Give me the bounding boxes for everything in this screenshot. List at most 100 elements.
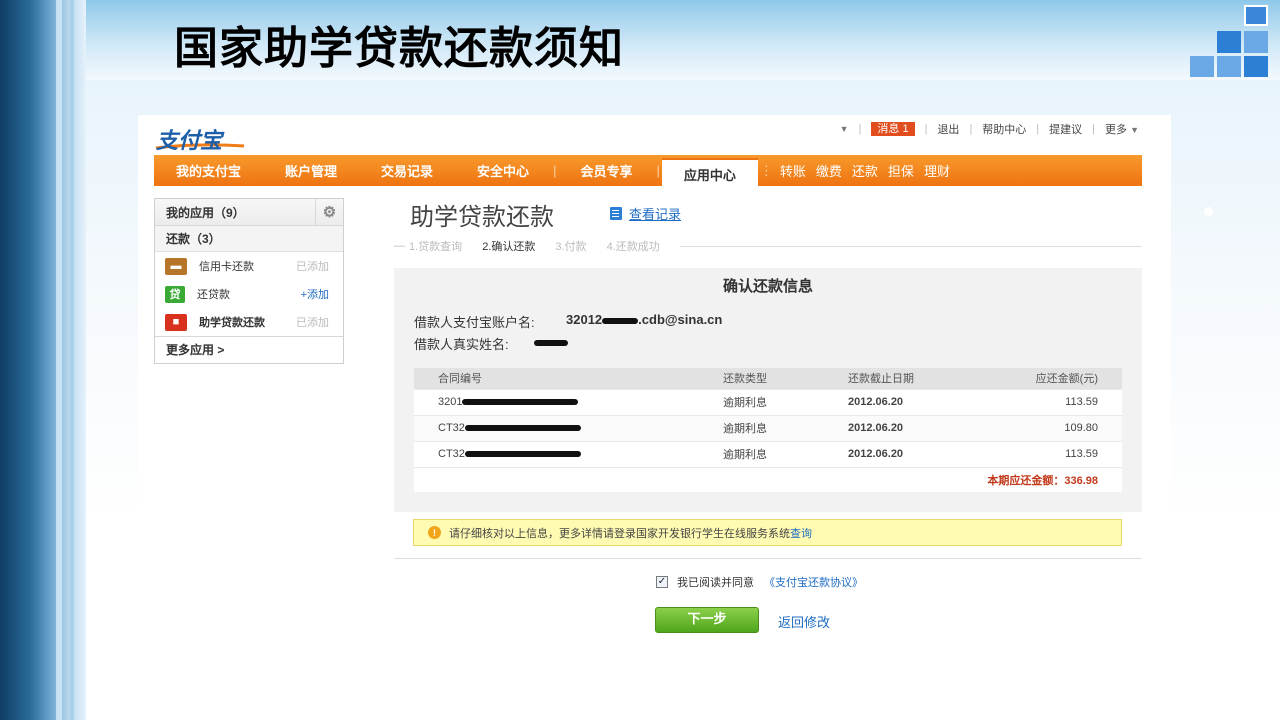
message-count: 1 bbox=[902, 123, 909, 135]
name-label: 借款人真实姓名: bbox=[414, 337, 509, 352]
step-3: 3.付款 bbox=[555, 241, 587, 253]
table-header-row: 合同编号 还款类型 还款截止日期 应还金额(元) bbox=[414, 368, 1122, 389]
amount-cell: 113.59 bbox=[978, 388, 1122, 415]
credit-card-icon: ▬ bbox=[165, 257, 187, 275]
total-cell: 本期应还金额：336.98 bbox=[414, 466, 1122, 492]
slide-left-bar bbox=[0, 0, 86, 720]
step-line bbox=[679, 245, 1142, 247]
alipay-logo: 支付宝 bbox=[154, 121, 250, 154]
message-badge[interactable]: 消息 1 bbox=[871, 122, 915, 136]
sidebar-item-credit-card[interactable]: ▬ 信用卡还款 已添加 bbox=[155, 252, 343, 280]
step-4: 4.还款成功 bbox=[606, 241, 660, 253]
total-value: 336.98 bbox=[1064, 474, 1098, 487]
step-1: 1.贷款查询 bbox=[409, 241, 463, 253]
slide-title: 国家助学贷款还款须知 bbox=[174, 23, 624, 74]
alipay-screenshot: 支付宝 ▼ | 消息 1 | 退出 | 帮助中心 | 提建议 | 更多 ▼ 我的… bbox=[138, 115, 1171, 642]
deco-square bbox=[1217, 56, 1241, 77]
redaction-mark bbox=[534, 339, 568, 346]
slide-dot bbox=[1204, 207, 1213, 216]
deco-square bbox=[1244, 31, 1268, 53]
amount-cell: 109.80 bbox=[978, 414, 1122, 441]
gear-icon[interactable]: ⚙ bbox=[315, 198, 343, 226]
suggest-link[interactable]: 提建议 bbox=[1049, 121, 1082, 137]
step-line-start: — bbox=[394, 240, 405, 252]
nav-item-security[interactable]: 安全中心 bbox=[455, 161, 551, 180]
notice-bar: ! 请仔细核对以上信息，更多详情请登录国家开发银行学生在线服务系统 查询 bbox=[413, 519, 1122, 546]
account-label: 借款人支付宝账户名: bbox=[414, 315, 535, 330]
redaction-mark bbox=[464, 425, 581, 432]
add-button[interactable]: +添加 bbox=[301, 286, 329, 302]
name-line: 借款人真实姓名: bbox=[414, 334, 568, 353]
account-suffix: .cdb@sina.cn bbox=[638, 312, 723, 327]
type-cell: 逾期利息 bbox=[723, 414, 848, 441]
confirm-panel: 确认还款信息 借款人支付宝账户名: 32012 .cdb@sina.cn 借款人真… bbox=[394, 268, 1142, 512]
nav-sub-repay[interactable]: 还款 bbox=[847, 161, 883, 180]
agree-text: 我已阅读并同意 bbox=[677, 577, 754, 589]
header-amount: 应还金额(元) bbox=[978, 368, 1122, 389]
view-records-link[interactable]: 查看记录 bbox=[610, 204, 681, 223]
type-cell: 逾期利息 bbox=[723, 440, 848, 467]
date-cell: 2012.06.20 bbox=[848, 388, 978, 415]
help-center-link[interactable]: 帮助中心 bbox=[982, 121, 1026, 137]
amount-cell: 113.59 bbox=[978, 440, 1122, 467]
sidebar-my-apps: 我的应用（9） ⚙ bbox=[155, 198, 343, 226]
next-step-button[interactable]: 下一步 bbox=[655, 607, 759, 633]
progress-steps: — 1.贷款查询 2.确认还款 3.付款 4.还款成功 bbox=[394, 239, 1142, 253]
name-redacted bbox=[534, 334, 568, 349]
nav-item-my-alipay[interactable]: 我的支付宝 bbox=[154, 161, 263, 180]
agreement-link[interactable]: 《支付宝还款协议》 bbox=[764, 574, 863, 590]
nav-item-account[interactable]: 账户管理 bbox=[263, 161, 359, 180]
nav-item-transactions[interactable]: 交易记录 bbox=[359, 161, 455, 180]
table-row: CT32 逾期利息 2012.06.20 109.80 bbox=[414, 414, 1122, 441]
more-label: 更多 bbox=[1105, 124, 1128, 136]
nav-item-member[interactable]: 会员专享 bbox=[558, 161, 654, 180]
header-deadline: 还款截止日期 bbox=[848, 368, 978, 389]
total-label: 本期应还金额： bbox=[987, 474, 1065, 487]
top-links: ▼ | 消息 1 | 退出 | 帮助中心 | 提建议 | 更多 ▼ bbox=[839, 121, 1139, 137]
deco-square bbox=[1190, 56, 1214, 77]
sidebar: 我的应用（9） ⚙ 还款（3） ▬ 信用卡还款 已添加 贷 还贷款 +添加 ■ … bbox=[154, 198, 344, 364]
table-row: CT32 逾期利息 2012.06.20 113.59 bbox=[414, 440, 1122, 467]
main-nav: 我的支付宝 账户管理 交易记录 安全中心 | 会员专享 | 应用中心 ⋮ 转账 … bbox=[154, 155, 1142, 189]
type-cell: 逾期利息 bbox=[723, 388, 848, 415]
slide-stripe bbox=[56, 0, 62, 720]
document-icon bbox=[610, 207, 622, 220]
sidebar-item-loan[interactable]: 贷 还贷款 +添加 bbox=[155, 280, 343, 308]
account-dropdown-icon[interactable]: ▼ bbox=[840, 124, 849, 134]
date-cell: 2012.06.20 bbox=[848, 440, 978, 467]
nav-sub-finance[interactable]: 理财 bbox=[919, 161, 955, 180]
contract-cell: 3201 bbox=[414, 388, 723, 415]
sidebar-repay-group[interactable]: 还款（3） bbox=[155, 226, 343, 252]
added-status: 已添加 bbox=[296, 317, 329, 329]
student-loan-icon: ■ bbox=[165, 313, 187, 331]
view-records-label: 查看记录 bbox=[629, 207, 682, 222]
nav-item-app-center[interactable]: 应用中心 bbox=[661, 158, 758, 189]
account-line: 借款人支付宝账户名: 32012 .cdb@sina.cn bbox=[414, 312, 722, 331]
contract-prefix: CT32 bbox=[438, 422, 465, 434]
notice-query-link[interactable]: 查询 bbox=[790, 525, 812, 541]
sidebar-item-student-loan[interactable]: ■ 助学贷款还款 已添加 bbox=[155, 308, 343, 336]
agree-checkbox[interactable]: ✓ bbox=[656, 576, 668, 588]
contract-prefix: 3201 bbox=[438, 396, 463, 408]
back-modify-link[interactable]: 返回修改 bbox=[778, 612, 830, 631]
message-label: 消息 bbox=[877, 123, 900, 135]
chevron-down-icon: ▼ bbox=[1130, 125, 1139, 135]
header-contract: 合同编号 bbox=[414, 368, 723, 389]
divider bbox=[394, 558, 1142, 559]
loan-table: 合同编号 还款类型 还款截止日期 应还金额(元) 3201 逾期利息 2012.… bbox=[414, 368, 1122, 492]
contract-cell: CT32 bbox=[414, 440, 723, 467]
sidebar-more-apps[interactable]: 更多应用 > bbox=[155, 336, 343, 363]
slide-stripe bbox=[70, 0, 74, 720]
header-type: 还款类型 bbox=[723, 368, 848, 389]
nav-sub-bills[interactable]: 缴费 bbox=[811, 161, 847, 180]
sidebar-item-label: 还贷款 bbox=[197, 289, 230, 301]
step-2-current: 2.确认还款 bbox=[482, 241, 536, 253]
nav-sub-guarantee[interactable]: 担保 bbox=[883, 161, 919, 180]
more-menu[interactable]: 更多 ▼ bbox=[1105, 121, 1139, 137]
contract-prefix: CT32 bbox=[438, 448, 465, 460]
sidebar-item-label: 助学贷款还款 bbox=[199, 317, 265, 329]
logout-link[interactable]: 退出 bbox=[937, 121, 959, 137]
page-title: 助学贷款还款 bbox=[410, 203, 554, 231]
nav-sub-transfer[interactable]: 转账 bbox=[775, 161, 811, 180]
loan-icon: 贷 bbox=[165, 285, 185, 303]
